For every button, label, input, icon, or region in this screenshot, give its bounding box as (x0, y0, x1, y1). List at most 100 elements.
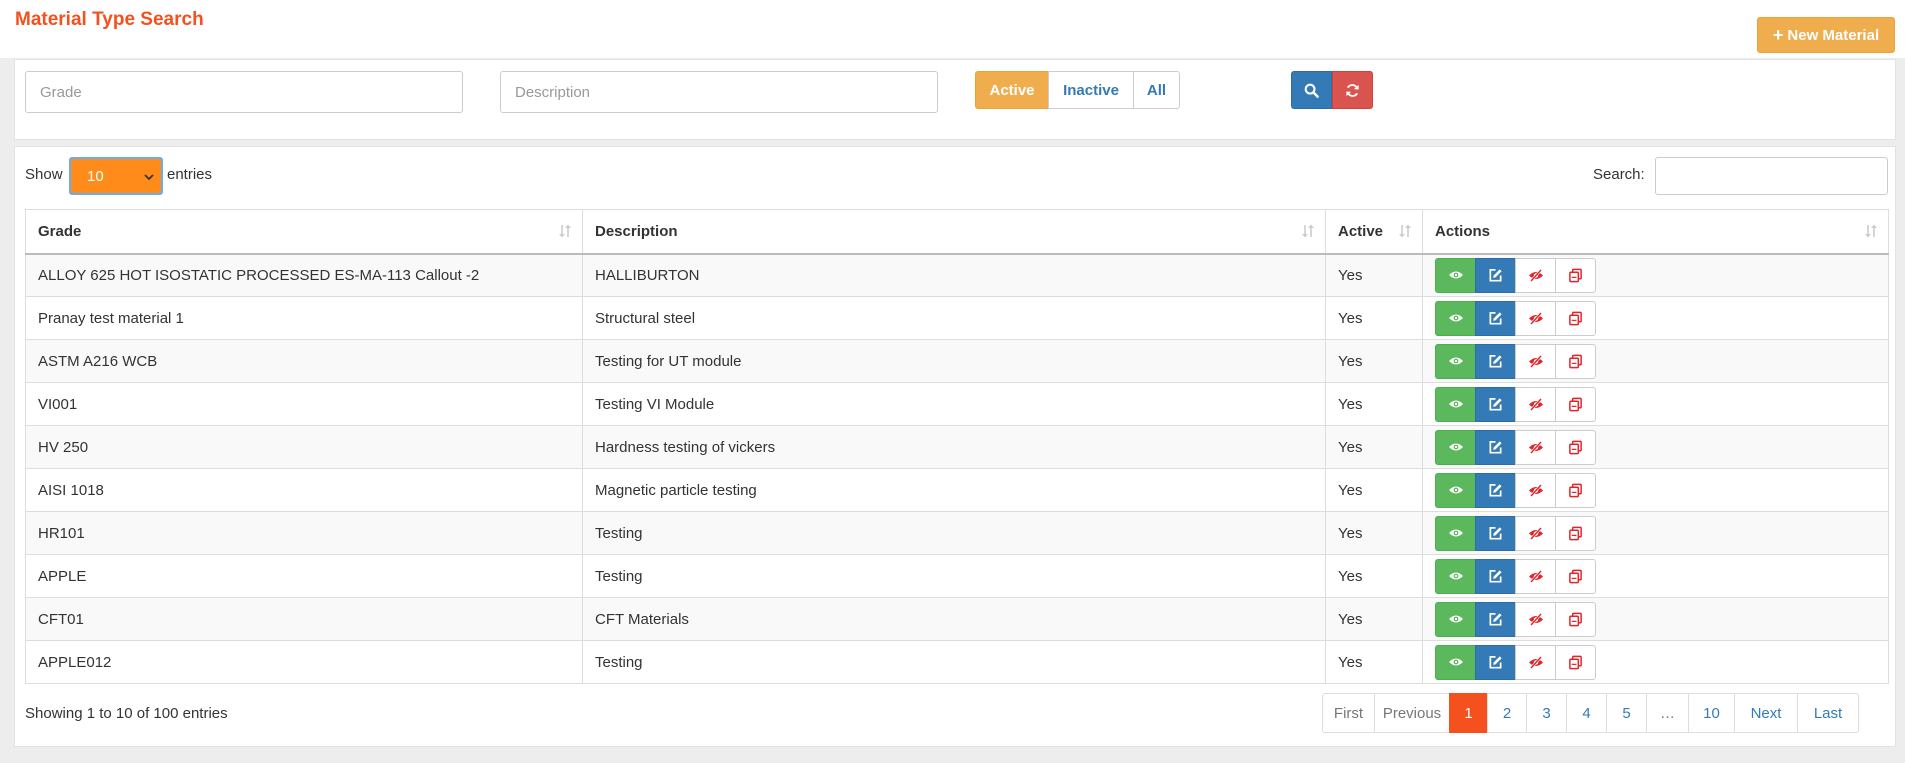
deactivate-button[interactable] (1515, 558, 1556, 594)
description-filter-input[interactable] (500, 71, 938, 113)
pagination-next[interactable]: Next (1734, 693, 1798, 733)
edit-button[interactable] (1475, 472, 1516, 508)
column-header-actions[interactable]: Actions (1422, 209, 1889, 255)
eye-slash-icon (1528, 655, 1544, 669)
copy-icon (1568, 354, 1583, 369)
status-all-button[interactable]: All (1133, 71, 1180, 109)
copy-button[interactable] (1555, 429, 1596, 465)
edit-button[interactable] (1475, 429, 1516, 465)
reset-button[interactable] (1332, 71, 1373, 109)
plus-icon: + (1772, 25, 1784, 45)
eye-icon (1448, 398, 1464, 410)
copy-button[interactable] (1555, 472, 1596, 508)
column-header-label: Actions (1435, 222, 1491, 240)
edit-button[interactable] (1475, 558, 1516, 594)
cell-grade: ASTM A216 WCB (25, 339, 583, 383)
table-search-input[interactable] (1655, 157, 1888, 195)
cell-active: Yes (1325, 640, 1423, 684)
row-actions (1435, 300, 1876, 336)
cell-description: Testing (582, 511, 1326, 555)
deactivate-button[interactable] (1515, 429, 1556, 465)
grade-filter-input[interactable] (25, 71, 463, 113)
cell-description: Hardness testing of vickers (582, 425, 1326, 469)
refresh-icon (1346, 83, 1359, 97)
status-inactive-button[interactable]: Inactive (1048, 71, 1134, 109)
search-button[interactable] (1291, 71, 1332, 109)
deactivate-button[interactable] (1515, 515, 1556, 551)
column-header-description[interactable]: Description (582, 209, 1326, 255)
pagination-page-5[interactable]: 5 (1606, 693, 1647, 733)
copy-icon (1568, 311, 1583, 326)
cell-actions (1422, 640, 1889, 684)
pagination-previous[interactable]: Previous (1374, 693, 1450, 733)
view-button[interactable] (1435, 386, 1476, 422)
pagination-page-3[interactable]: 3 (1526, 693, 1567, 733)
deactivate-button[interactable] (1515, 300, 1556, 336)
page-length-select[interactable]: 10 (69, 157, 163, 195)
edit-button[interactable] (1475, 515, 1516, 551)
view-button[interactable] (1435, 644, 1476, 680)
view-button[interactable] (1435, 300, 1476, 336)
edit-button[interactable] (1475, 644, 1516, 680)
table-info: Showing 1 to 10 of 100 entries (25, 705, 228, 722)
edit-button[interactable] (1475, 601, 1516, 637)
pagination-first[interactable]: First (1322, 693, 1375, 733)
pagination-page-1[interactable]: 1 (1449, 693, 1488, 733)
edit-button[interactable] (1475, 257, 1516, 293)
cell-active: Yes (1325, 511, 1423, 555)
column-header-active[interactable]: Active (1325, 209, 1423, 255)
column-header-grade[interactable]: Grade (25, 209, 583, 255)
copy-button[interactable] (1555, 343, 1596, 379)
new-material-button[interactable]: + New Material (1757, 17, 1895, 53)
copy-button[interactable] (1555, 300, 1596, 336)
edit-icon (1488, 268, 1503, 283)
view-button[interactable] (1435, 429, 1476, 465)
view-button[interactable] (1435, 601, 1476, 637)
edit-icon (1488, 526, 1503, 541)
cell-grade: ALLOY 625 HOT ISOSTATIC PROCESSED ES-MA-… (25, 253, 583, 297)
table-row: ASTM A216 WCB Testing for UT module Yes (25, 339, 1889, 383)
copy-button[interactable] (1555, 515, 1596, 551)
view-button[interactable] (1435, 515, 1476, 551)
row-actions (1435, 644, 1876, 680)
copy-button[interactable] (1555, 644, 1596, 680)
view-button[interactable] (1435, 343, 1476, 379)
deactivate-button[interactable] (1515, 472, 1556, 508)
cell-grade: APPLE (25, 554, 583, 598)
row-actions (1435, 601, 1876, 637)
copy-button[interactable] (1555, 257, 1596, 293)
cell-actions (1422, 554, 1889, 598)
eye-slash-icon (1528, 569, 1544, 583)
sort-icon (1397, 223, 1413, 243)
page-length-value: 10 (87, 167, 104, 185)
view-button[interactable] (1435, 558, 1476, 594)
pagination-page-2[interactable]: 2 (1487, 693, 1527, 733)
row-actions (1435, 343, 1876, 379)
status-active-button[interactable]: Active (975, 71, 1049, 109)
copy-button[interactable] (1555, 386, 1596, 422)
deactivate-button[interactable] (1515, 644, 1556, 680)
eye-icon (1448, 656, 1464, 668)
edit-button[interactable] (1475, 386, 1516, 422)
cell-actions (1422, 253, 1889, 297)
pagination-last[interactable]: Last (1797, 693, 1859, 733)
copy-button[interactable] (1555, 558, 1596, 594)
cell-active: Yes (1325, 382, 1423, 426)
deactivate-button[interactable] (1515, 601, 1556, 637)
view-button[interactable] (1435, 472, 1476, 508)
deactivate-button[interactable] (1515, 343, 1556, 379)
pagination-page-10[interactable]: 10 (1688, 693, 1735, 733)
eye-icon (1448, 613, 1464, 625)
cell-active: Yes (1325, 468, 1423, 512)
search-icon (1304, 83, 1319, 98)
row-actions (1435, 515, 1876, 551)
table-header-row: Grade Description Active Actions (25, 209, 1889, 255)
pagination-page-4[interactable]: 4 (1566, 693, 1607, 733)
view-button[interactable] (1435, 257, 1476, 293)
edit-icon (1488, 655, 1503, 670)
deactivate-button[interactable] (1515, 257, 1556, 293)
copy-button[interactable] (1555, 601, 1596, 637)
edit-button[interactable] (1475, 300, 1516, 336)
deactivate-button[interactable] (1515, 386, 1556, 422)
edit-button[interactable] (1475, 343, 1516, 379)
